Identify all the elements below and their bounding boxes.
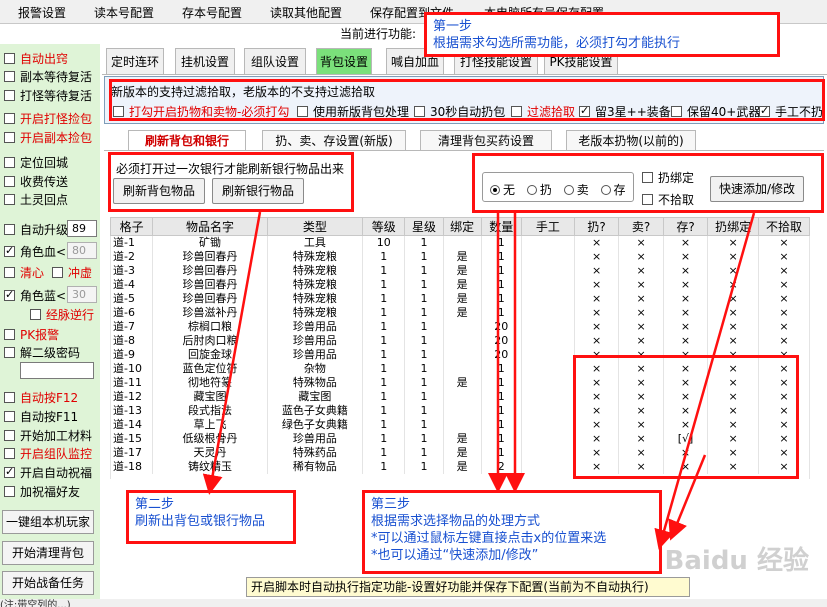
arrow-step3-d	[654, 212, 756, 550]
annotation-arrows	[202, 211, 756, 550]
footer-note: (注:带空列的...)	[0, 599, 827, 607]
watermark-logo: Baidu 经验	[664, 546, 809, 576]
arrow-step3-c	[668, 454, 707, 541]
autorun-status-bar[interactable]: 开启脚本时自动执行指定功能-设置好功能并保存下配置(当前为不自动执行)	[246, 577, 690, 597]
arrow-step2	[202, 211, 262, 495]
